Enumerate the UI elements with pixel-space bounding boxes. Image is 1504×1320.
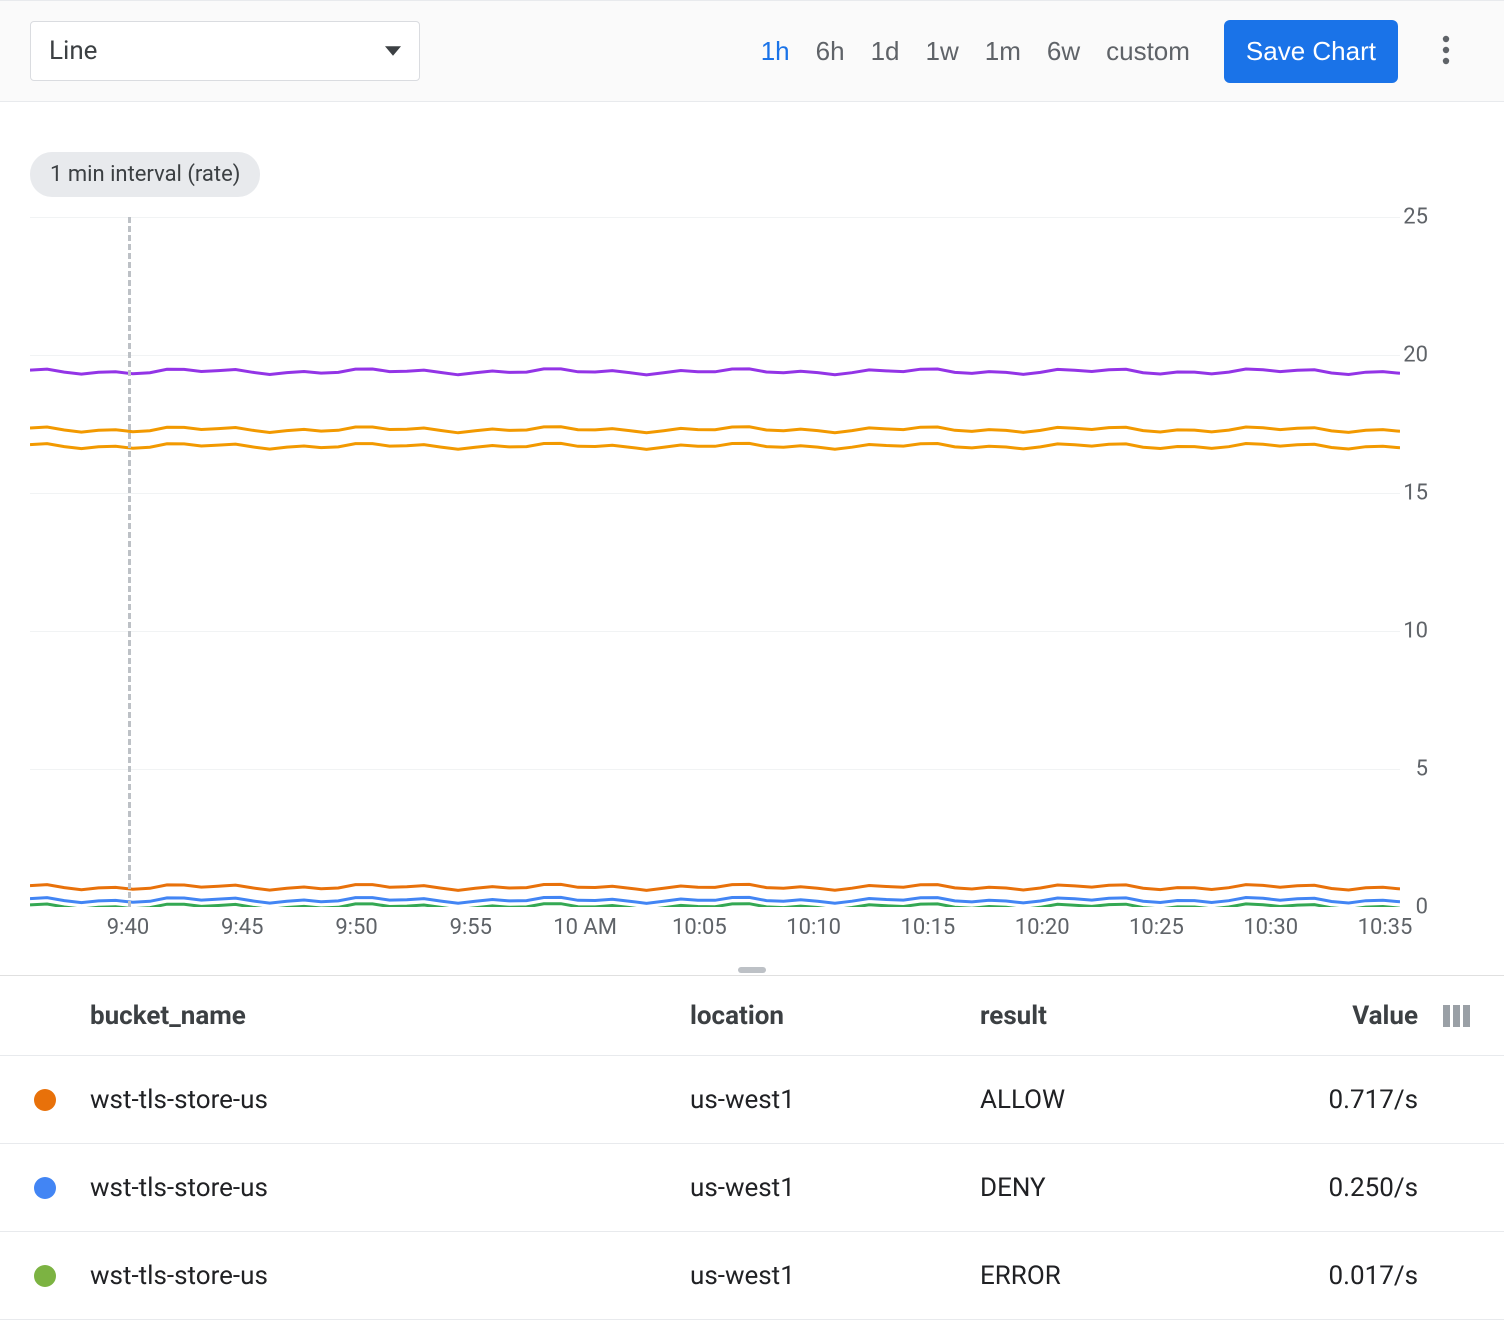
y-tick-label: 10 [1403,619,1428,644]
cell-bucket: wst-tls-store-us [90,1085,690,1115]
toolbar: Line 1h 6h 1d 1w 1m 6w custom Save Chart [0,0,1504,102]
x-tick-label: 10:20 [1015,915,1070,940]
series-color-dot [34,1177,56,1199]
x-tick-label: 9:40 [107,915,149,940]
range-1h[interactable]: 1h [751,28,800,75]
x-tick-label: 9:45 [221,915,263,940]
legend-row[interactable]: wst-tls-store-usus-west1ALLOW0.717/s [0,1056,1504,1144]
cell-result: DENY [980,1173,1260,1203]
x-tick-label: 10:35 [1358,915,1413,940]
header-value[interactable]: Value [1260,1001,1430,1031]
column-settings-button[interactable] [1430,1005,1470,1027]
range-6w[interactable]: 6w [1037,28,1090,75]
cell-result: ERROR [980,1261,1260,1291]
chart-area: 1 min interval (rate) 0510152025 9:409:4… [0,102,1504,976]
series-line[interactable] [30,897,1400,903]
cell-location: us-west1 [690,1261,980,1291]
y-tick-label: 15 [1403,481,1428,506]
header-location[interactable]: location [690,1001,980,1031]
x-tick-label: 10 AM [553,915,617,940]
series-color-dot [34,1089,56,1111]
x-tick-label: 9:55 [450,915,492,940]
dropdown-icon [385,36,401,66]
x-tick-label: 9:50 [335,915,377,940]
time-cursor[interactable] [128,217,131,907]
series-line[interactable] [30,369,1400,375]
cell-location: us-west1 [690,1173,980,1203]
resize-handle[interactable] [738,967,766,973]
legend-header-row: bucket_name location result Value [0,976,1504,1056]
x-tick-label: 10:25 [1129,915,1184,940]
columns-icon [1440,1005,1470,1027]
series-svg [30,217,1400,907]
legend-table: bucket_name location result Value wst-tl… [0,976,1504,1320]
cell-bucket: wst-tls-store-us [90,1261,690,1291]
chart-type-label: Line [49,36,97,66]
chart-type-select[interactable]: Line [30,21,420,81]
cell-bucket: wst-tls-store-us [90,1173,690,1203]
series-line[interactable] [30,884,1400,890]
y-tick-label: 20 [1403,343,1428,368]
chart-plot[interactable]: 0510152025 [30,217,1428,907]
range-1m[interactable]: 1m [975,28,1031,75]
x-tick-label: 10:10 [786,915,841,940]
more-vert-icon [1442,35,1450,68]
range-custom[interactable]: custom [1096,28,1200,75]
y-tick-label: 5 [1416,757,1428,782]
range-1d[interactable]: 1d [861,28,910,75]
cell-result: ALLOW [980,1085,1260,1115]
range-6h[interactable]: 6h [806,28,855,75]
cell-value: 0.250/s [1260,1173,1430,1203]
y-tick-label: 25 [1403,205,1428,230]
x-tick-label: 10:30 [1243,915,1298,940]
series-color-dot [34,1265,56,1287]
header-result[interactable]: result [980,1001,1260,1031]
series-line[interactable] [30,443,1400,449]
header-bucket[interactable]: bucket_name [90,1001,690,1031]
interval-badge: 1 min interval (rate) [30,152,260,197]
legend-row[interactable]: wst-tls-store-usus-west1ERROR0.017/s [0,1232,1504,1320]
cell-value: 0.717/s [1260,1085,1430,1115]
save-chart-button[interactable]: Save Chart [1224,20,1398,83]
x-axis: 9:40 9:45 9:50 9:55 10 AM 10:05 10:10 10:15 10:2… [30,907,1428,957]
cell-location: us-west1 [690,1085,980,1115]
series-line[interactable] [30,427,1400,433]
range-1w[interactable]: 1w [915,28,968,75]
x-tick-label: 10:15 [901,915,956,940]
cell-value: 0.017/s [1260,1261,1430,1291]
x-tick-label: 10:05 [672,915,727,940]
time-range-group: 1h 6h 1d 1w 1m 6w custom [751,28,1200,75]
legend-row[interactable]: wst-tls-store-usus-west1DENY0.250/s [0,1144,1504,1232]
more-options-button[interactable] [1418,23,1474,79]
